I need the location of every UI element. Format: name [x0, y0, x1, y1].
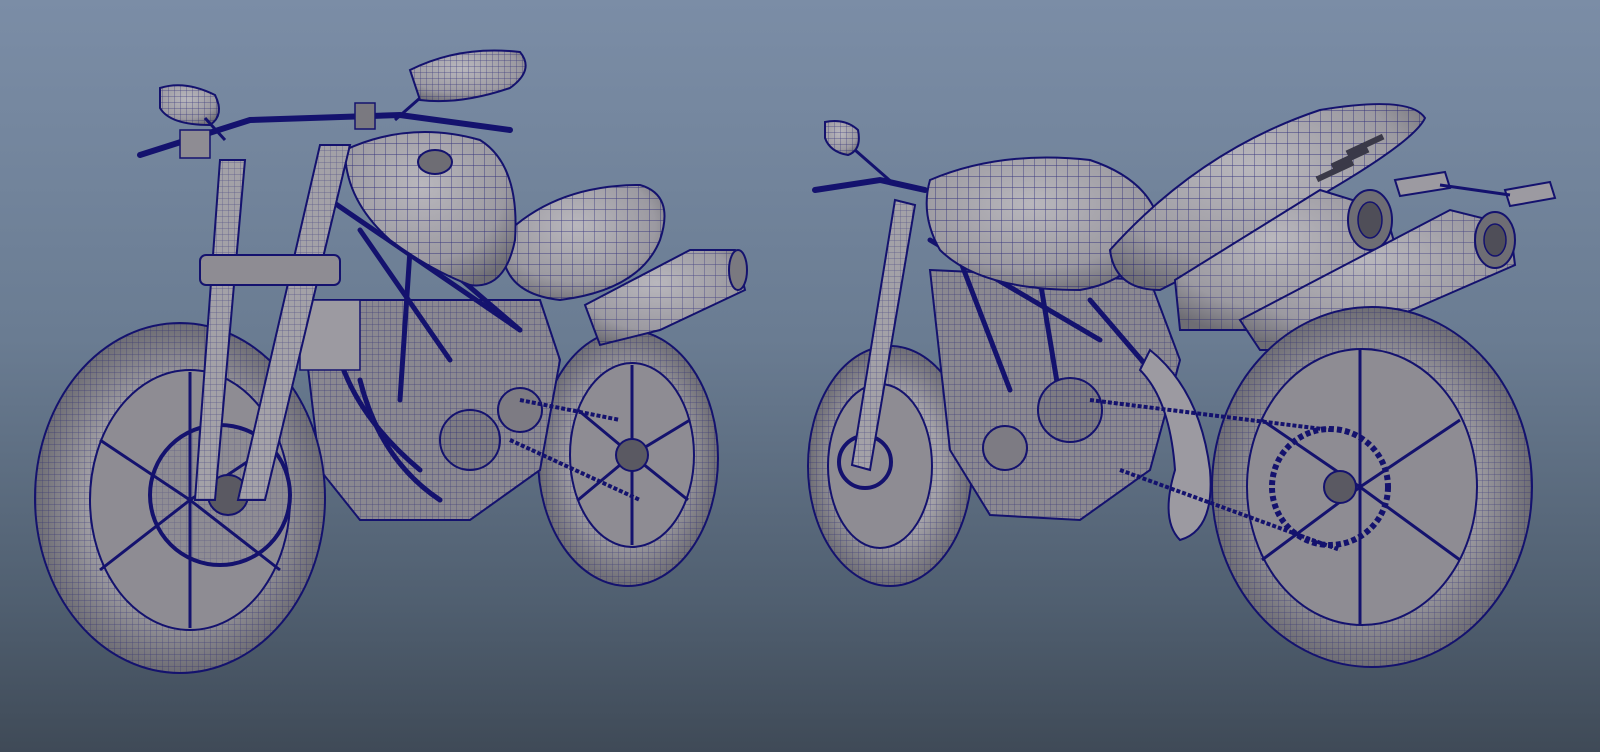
rear-wheel [1211, 306, 1533, 668]
rear-wheel [537, 329, 719, 587]
handlebar [812, 176, 928, 193]
turn-signals [1393, 170, 1557, 208]
3d-viewport[interactable] [0, 0, 1600, 752]
fuel-tank [343, 131, 517, 287]
viewport-scene [34, 49, 1557, 674]
motorcycle-rear-view[interactable] [807, 103, 1557, 668]
right-mirror [394, 49, 527, 122]
mirror [824, 120, 896, 187]
motorcycle-front-view[interactable] [34, 49, 748, 674]
